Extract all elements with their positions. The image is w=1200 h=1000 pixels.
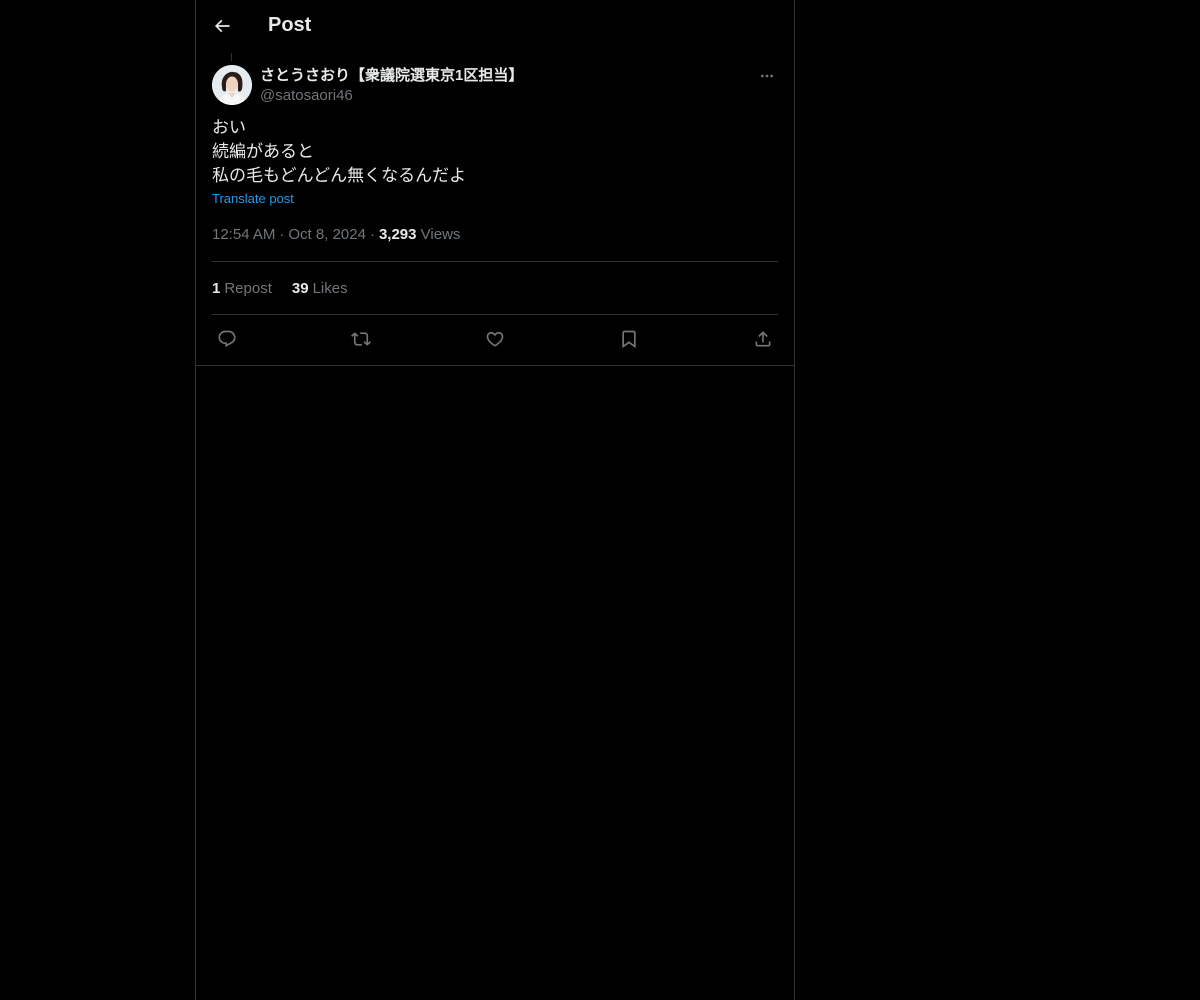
post-text-line: 私の毛もどんどん無くなるんだよ: [212, 166, 467, 185]
reply-button[interactable]: [216, 328, 238, 350]
bookmark-button[interactable]: [618, 328, 640, 350]
views-count: 3,293: [378, 226, 417, 243]
comment-icon: [218, 330, 236, 347]
repost-button[interactable]: [350, 328, 372, 350]
share-button[interactable]: [752, 328, 774, 350]
likes-count: 39: [291, 279, 309, 297]
post-text: おい 続編があると 私の毛もどんどん無くなるんだよ: [212, 116, 778, 188]
back-button[interactable]: [208, 12, 236, 40]
post-date[interactable]: Oct 8, 2024: [288, 226, 366, 243]
like-button[interactable]: [484, 328, 506, 350]
handle[interactable]: @satosaori46: [260, 86, 523, 106]
translate-post-link[interactable]: Translate post: [212, 190, 294, 208]
reposts-stat[interactable]: 1 Repost: [212, 280, 272, 297]
likes-label: Likes: [312, 279, 348, 297]
bookmark-icon: [622, 330, 636, 348]
post-meta: 12:54 AM · Oct 8, 2024 · 3,293 Views: [212, 225, 778, 262]
post-text-line: 続編があると: [212, 142, 314, 161]
likes-stat[interactable]: 39 Likes: [292, 280, 348, 297]
author-names: さとうさおり【衆議院選東京1区担当】 @satosaori46: [260, 66, 523, 106]
views-label: Views: [420, 226, 461, 243]
repost-icon: [351, 331, 371, 346]
avatar[interactable]: [212, 65, 252, 105]
meta-separator: ·: [369, 226, 375, 243]
post-actions: [212, 315, 778, 362]
post-stats: 1 Repost 39 Likes: [212, 262, 778, 315]
divider: [196, 365, 794, 366]
post: さとうさおり【衆議院選東京1区担当】 @satosaori46 おい 続編がある…: [196, 65, 794, 362]
page-header: Post: [196, 0, 794, 53]
reposts-label: Repost: [224, 279, 272, 297]
thread-line: [231, 53, 232, 61]
heart-icon: [486, 331, 504, 347]
avatar-image: [212, 65, 252, 105]
main-column: Post さとうさおり【衆議院選東京1区担当】 @satosaori46 おい …: [195, 0, 795, 1000]
post-time[interactable]: 12:54 AM: [212, 226, 275, 243]
post-text-line: おい: [212, 118, 246, 137]
ellipsis-icon: [761, 74, 773, 78]
share-icon: [755, 330, 771, 346]
page-title: Post: [268, 14, 312, 36]
arrow-left-icon: [214, 19, 230, 33]
author-row: さとうさおり【衆議院選東京1区担当】 @satosaori46: [212, 65, 778, 117]
more-button[interactable]: [756, 65, 778, 87]
reposts-count: 1: [212, 279, 221, 297]
display-name[interactable]: さとうさおり【衆議院選東京1区担当】: [260, 66, 523, 86]
meta-separator: ·: [279, 226, 285, 243]
